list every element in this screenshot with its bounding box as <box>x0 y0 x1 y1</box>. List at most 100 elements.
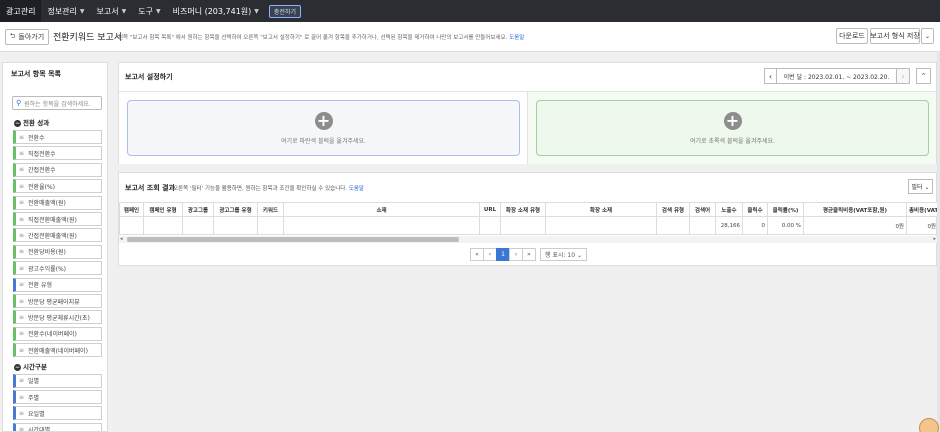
page-1-button[interactable]: 1 <box>496 248 510 261</box>
more-options-button[interactable]: ⌄ <box>921 28 934 44</box>
sidebar-item[interactable]: ≡ 방문당 평균체류시간(초) <box>13 310 102 325</box>
scrollbar-thumb[interactable] <box>127 237 459 242</box>
sidebar-item[interactable]: ≡ 주별 <box>13 390 102 404</box>
sidebar-item-label: 간접전환매출액(원) <box>28 232 77 240</box>
save-format-button[interactable]: 보고서 형식 저장 <box>870 28 920 44</box>
page-title: 전환키워드 보고서 <box>53 33 123 43</box>
table-cell <box>656 216 690 235</box>
scroll-right-icon[interactable]: ▸ <box>933 236 936 242</box>
collapse-button[interactable]: ⌃ <box>916 68 931 84</box>
report-results-panel: 보고서 조회 결과 오른쪽 '필터' 기능을 활용하면, 원하는 항목과 조건을… <box>118 172 939 266</box>
nav-info-management[interactable]: 정보관리 ▼ <box>41 0 90 22</box>
date-prev-button[interactable]: ‹ <box>764 68 777 84</box>
date-range-selector[interactable]: 이번 달 : 2023.02.01. ~ 2023.02.20. <box>777 68 897 84</box>
chevron-down-icon: ▼ <box>79 7 85 15</box>
column-header[interactable]: 키워드 <box>257 202 284 217</box>
rows-per-page-select[interactable]: 행 표시: 10 ⌄ <box>540 248 587 261</box>
green-zone-text: 여기로 초록색 블럭을 옮겨주세요. <box>690 137 775 145</box>
green-drop-zone[interactable]: + 여기로 초록색 블럭을 옮겨주세요. <box>536 100 929 156</box>
last-page-button[interactable]: » <box>522 248 536 261</box>
sidebar-title: 보고서 항목 목록 <box>11 70 61 78</box>
drag-handle-icon: ≡ <box>19 199 25 207</box>
sidebar-item[interactable]: ≡ 전환수(네이버페이) <box>13 326 102 341</box>
sidebar-item[interactable]: ≡ 전환당비용(원) <box>13 244 102 259</box>
collapse-icon: − <box>14 363 21 371</box>
sidebar-scrollbar[interactable] <box>107 303 108 393</box>
sidebar-item[interactable]: ≡ 전환수 <box>13 130 102 144</box>
results-help-link[interactable]: 도움말 <box>349 186 364 192</box>
nav-label: 보고서 <box>96 6 119 16</box>
column-header[interactable]: 소재 <box>283 202 480 217</box>
group-label: 시간구분 <box>23 362 47 371</box>
drag-handle-icon: ≡ <box>19 166 25 174</box>
sidebar-item[interactable]: ≡ 간접전환수 <box>13 162 102 177</box>
column-header[interactable]: 클릭수 <box>742 202 768 217</box>
column-header[interactable]: 검색 유형 <box>656 202 690 217</box>
sidebar-item-label: 전환 유형 <box>28 282 53 290</box>
back-button[interactable]: ⮌ 돌아가기 <box>5 29 49 45</box>
plus-icon: + <box>314 111 333 130</box>
column-header[interactable]: 캠페인 유형 <box>143 202 183 217</box>
column-header[interactable]: 확장 소재 <box>545 202 657 217</box>
sidebar-item-label: 방문당 평균페이지뷰 <box>28 298 80 306</box>
column-header[interactable]: 광고그룹 <box>182 202 214 217</box>
horizontal-scrollbar[interactable]: ◂ ▸ <box>119 236 938 243</box>
results-desc-text: 오른쪽 '필터' 기능을 활용하면, 원하는 항목과 조건을 확인하실 수 있습… <box>173 186 348 192</box>
column-header[interactable]: 클릭률(%) <box>767 202 804 217</box>
help-link[interactable]: 도움말 <box>509 35 524 41</box>
column-header[interactable]: 총비용(VAT포함,원) <box>906 202 939 217</box>
sidebar-item-label: 일별 <box>28 378 40 386</box>
sidebar-group-header[interactable]: − 전환 성과 <box>14 117 49 127</box>
scroll-left-icon[interactable]: ◂ <box>120 236 123 242</box>
search-placeholder: 원하는 항목을 검색하세요. <box>24 100 91 108</box>
sidebar-item[interactable]: ≡ 광고수익률(%) <box>13 261 102 276</box>
sidebar-item[interactable]: ≡ 시간대별 <box>13 422 102 431</box>
sidebar-item[interactable]: ≡ 방문당 평균페이지뷰 <box>13 294 102 308</box>
sidebar-item[interactable]: ≡ 요일별 <box>13 406 102 421</box>
nav-ad-management[interactable]: 광고관리 <box>0 0 42 22</box>
date-next-button[interactable]: › <box>897 68 910 84</box>
sidebar-item[interactable]: ≡ 간접전환매출액(원) <box>13 228 102 243</box>
drag-handle-icon: ≡ <box>19 264 25 272</box>
sidebar-group-header[interactable]: − 시간구분 <box>14 361 47 371</box>
download-button[interactable]: 다운로드 <box>836 28 868 44</box>
column-header[interactable]: 평균클릭비용(VAT포함,원) <box>803 202 907 217</box>
table-cell: 0.00 % <box>767 216 804 235</box>
search-input[interactable]: ⚲ 원하는 항목을 검색하세요. <box>12 96 102 110</box>
sidebar-item[interactable]: ≡ 전환매출액(네이버페이) <box>13 343 102 358</box>
column-header[interactable]: URL <box>479 202 501 217</box>
column-header[interactable]: 검색어 <box>689 202 716 217</box>
column-header[interactable]: 캠페인 <box>119 202 144 217</box>
nav-tools[interactable]: 도구 ▼ <box>132 0 166 22</box>
page-description: 왼쪽 "보고서 항목 목록" 에서 원하는 항목을 선택하여 오른쪽 "보고서 … <box>118 33 524 41</box>
charge-button[interactable]: 충전하기 <box>268 4 301 18</box>
prev-page-button[interactable]: ‹ <box>483 248 497 261</box>
sidebar-item[interactable]: ≡ 전환매출액(원) <box>13 195 102 210</box>
filter-button[interactable]: 필터 ⌄ <box>908 179 933 194</box>
drag-handle-icon: ≡ <box>19 215 25 223</box>
column-header[interactable]: 노출수 <box>715 202 743 217</box>
sidebar-item-label: 전환매출액(원) <box>28 200 66 208</box>
table-cell: 0 <box>742 216 768 235</box>
blue-drop-zone[interactable]: + 여기로 파란색 블럭을 옮겨주세요. <box>127 100 520 156</box>
sidebar-item[interactable]: ≡ 전환율(%) <box>13 179 102 194</box>
table-cell: 28,166 <box>715 216 743 235</box>
nav-reports[interactable]: 보고서 ▼ <box>91 0 133 22</box>
sidebar-item[interactable]: ≡ 일별 <box>13 373 102 388</box>
sidebar-item[interactable]: ≡ 직접전환매출액(원) <box>13 212 102 226</box>
table-cell <box>182 216 214 235</box>
drag-handle-icon: ≡ <box>19 182 25 190</box>
first-page-button[interactable]: « <box>470 248 484 261</box>
column-header[interactable]: 광고그룹 유형 <box>213 202 258 217</box>
nav-label: 광고관리 <box>6 6 36 16</box>
sidebar-item[interactable]: ≡ 전환 유형 <box>13 277 102 292</box>
nav-bizmoney[interactable]: 비즈머니 (203,741원) ▼ <box>167 0 265 22</box>
column-header[interactable]: 확장 소재 유형 <box>500 202 546 217</box>
table-cell: 0원 <box>803 216 907 235</box>
chevron-down-icon: ▼ <box>155 7 161 15</box>
table-row: 28,166 0 0.00 % 0원 0원 <box>119 216 939 235</box>
search-icon: ⚲ <box>16 99 22 107</box>
sidebar-item[interactable]: ≡ 직접전환수 <box>13 146 102 161</box>
chatbot-avatar[interactable] <box>919 418 939 432</box>
next-page-button[interactable]: › <box>509 248 523 261</box>
